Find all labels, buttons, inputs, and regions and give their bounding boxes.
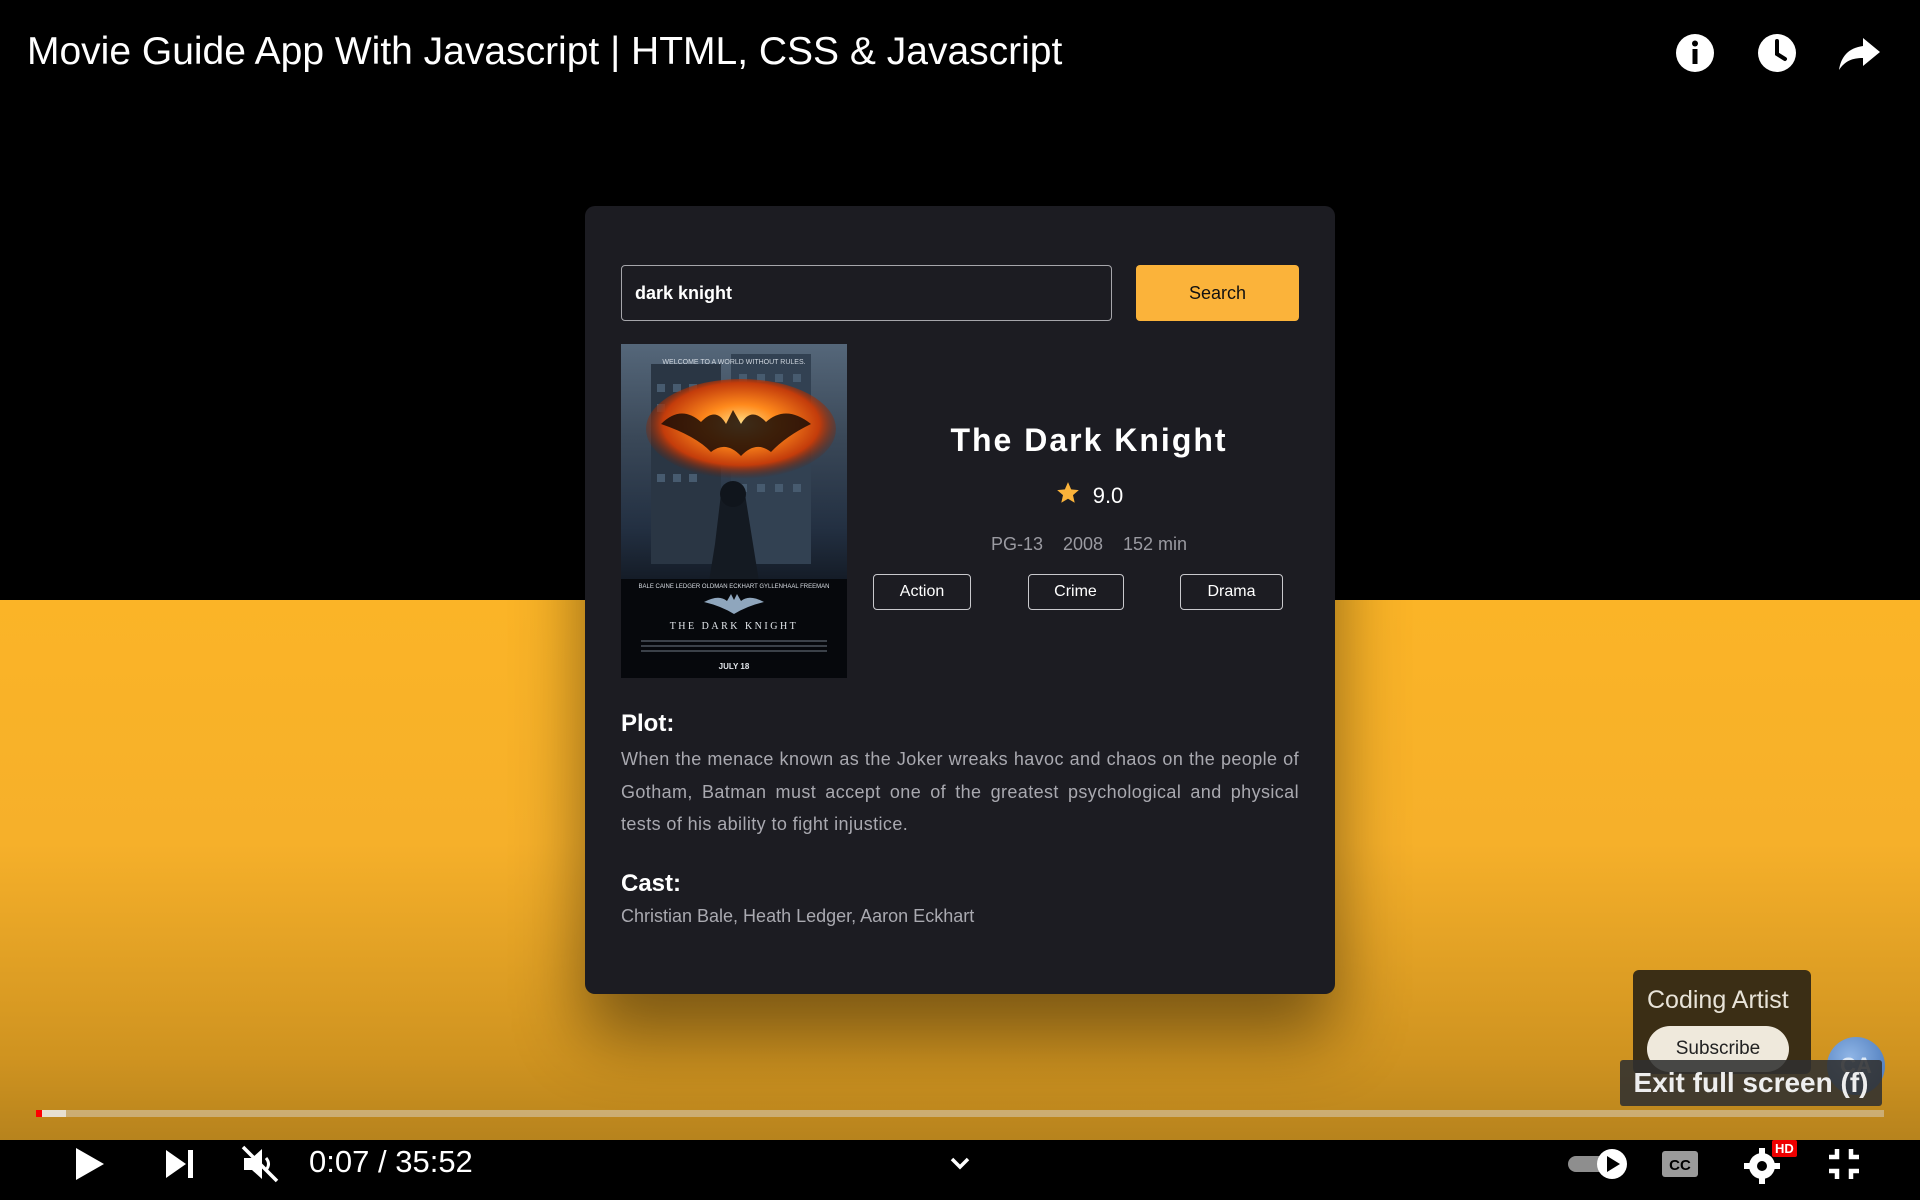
progress-played — [36, 1110, 43, 1117]
share-icon[interactable] — [1836, 30, 1882, 76]
poster-credits: BALE CAINE LEDGER OLDMAN ECKHART GYLLENH… — [639, 584, 830, 590]
captions-icon[interactable]: CC — [1656, 1140, 1704, 1188]
video-title: Movie Guide App With Javascript | HTML, … — [27, 30, 1063, 73]
exit-fullscreen-icon[interactable] — [1820, 1140, 1868, 1188]
star-icon — [1055, 480, 1081, 511]
movie-info: The Dark Knight 9.0 PG-13 2008 152 min A… — [869, 344, 1309, 678]
settings-gear-icon[interactable]: HD — [1742, 1140, 1800, 1188]
next-icon[interactable] — [156, 1140, 204, 1188]
watch-later-clock-icon[interactable] — [1754, 30, 1800, 76]
genre-list: Action Crime Drama — [869, 574, 1309, 610]
movie-rated: PG-13 — [990, 534, 1043, 554]
info-icon[interactable] — [1672, 30, 1718, 76]
genre-tag: Action — [873, 574, 971, 610]
search-button[interactable]: Search — [1136, 265, 1299, 321]
cast-text: Christian Bale, Heath Ledger, Aaron Eckh… — [621, 906, 975, 926]
plot-heading: Plot: — [621, 710, 675, 737]
search-input[interactable] — [621, 265, 1112, 321]
poster-film-title: THE DARK KNIGHT — [670, 621, 799, 632]
search-row: Search — [621, 265, 1299, 321]
hd-badge: HD — [1772, 1140, 1797, 1157]
channel-card: Coding Artist Subscribe — [1633, 970, 1811, 1074]
chevron-down-icon[interactable] — [936, 1140, 984, 1188]
movie-poster: WELCOME TO A WORLD WITHOUT RULES. BALE C… — [621, 344, 847, 678]
poster-tagline: WELCOME TO A WORLD WITHOUT RULES. — [662, 359, 805, 366]
time-current: 0:07 — [309, 1144, 370, 1179]
player-controls: 0:07 / 35:52 CC HD — [0, 1130, 1920, 1190]
muted-volume-icon[interactable] — [236, 1140, 284, 1188]
movie-title: The Dark Knight — [950, 422, 1228, 458]
progress-bar[interactable] — [36, 1110, 1884, 1117]
channel-name: Coding Artist — [1647, 986, 1789, 1014]
plot-text: When the menace known as the Joker wreak… — [621, 749, 1299, 834]
cast-heading: Cast: — [621, 870, 682, 897]
time-display: 0:07 / 35:52 — [309, 1144, 473, 1180]
rating-value: 9.0 — [1092, 482, 1124, 508]
movie-meta: PG-13 2008 152 min — [869, 534, 1309, 555]
movie-rating: 9.0 — [869, 480, 1309, 511]
autoplay-toggle-icon[interactable] — [1566, 1140, 1630, 1188]
video-player[interactable]: Movie Guide App With Javascript | HTML, … — [0, 0, 1920, 1200]
top-actions — [1672, 30, 1882, 76]
time-total: 35:52 — [395, 1144, 473, 1179]
time-separator: / — [377, 1144, 387, 1179]
svg-text:CC: CC — [1669, 1157, 1691, 1174]
exit-fullscreen-tooltip: Exit full screen (f) — [1620, 1060, 1882, 1106]
movie-runtime: 152 min — [1123, 534, 1188, 554]
play-icon[interactable] — [64, 1140, 112, 1188]
movie-year: 2008 — [1062, 534, 1104, 554]
genre-tag: Drama — [1180, 574, 1283, 610]
movie-app-card: Search — [585, 206, 1335, 994]
genre-tag: Crime — [1027, 574, 1124, 610]
poster-date: JULY 18 — [719, 662, 750, 671]
